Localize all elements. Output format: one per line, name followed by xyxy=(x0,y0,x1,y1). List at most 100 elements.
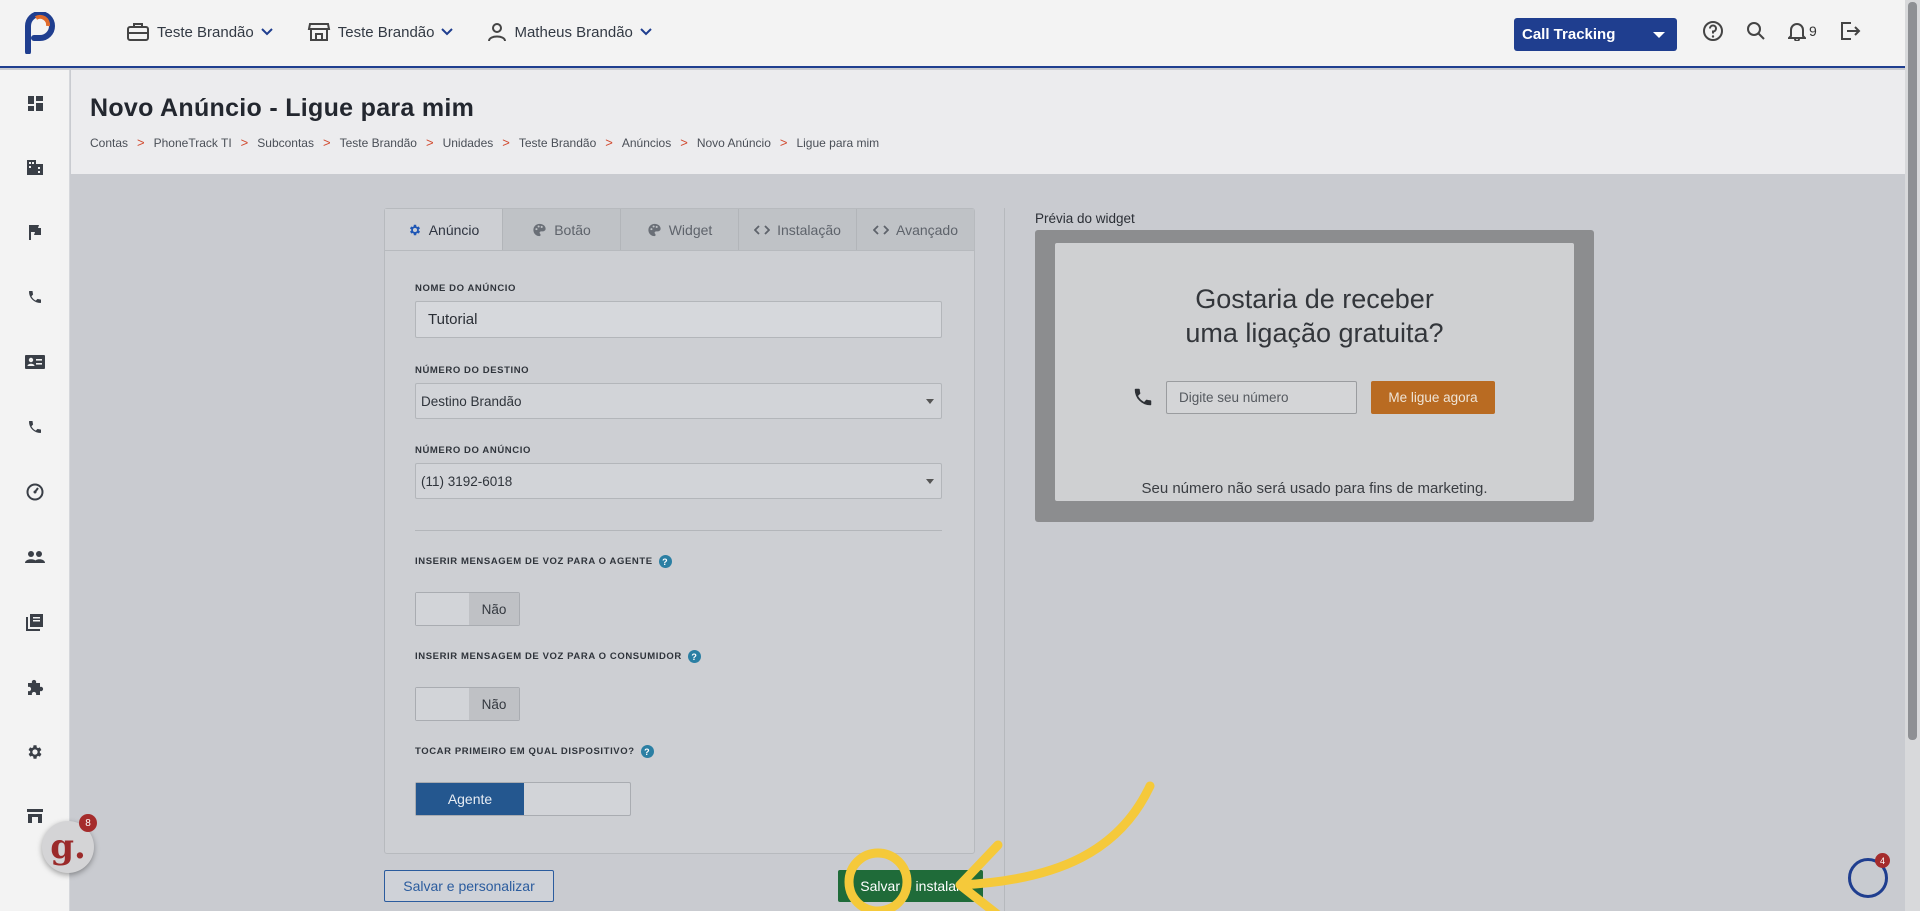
flag-icon xyxy=(29,225,41,240)
sidebar-item-accounts[interactable] xyxy=(23,155,47,179)
sidebar-item-monitoring[interactable] xyxy=(23,480,47,504)
preview-title-line2: uma ligação gratuita? xyxy=(1185,318,1444,348)
briefcase-icon xyxy=(127,23,149,41)
puzzle-icon xyxy=(28,679,44,695)
widget-preview: Gostaria de receber uma ligação gratuita… xyxy=(1035,230,1594,522)
tab-botao[interactable]: Botão xyxy=(503,209,621,250)
breadcrumb: Contas > PhoneTrack TI > Subcontas > Tes… xyxy=(90,135,879,150)
user-menu-label: Matheus Brandão xyxy=(514,23,633,41)
code-icon xyxy=(754,224,771,235)
save-install-button[interactable]: Salvar e instalar xyxy=(838,870,983,902)
ad-number-label: NÚMERO DO ANÚNCIO xyxy=(415,445,531,456)
save-customize-button[interactable]: Salvar e personalizar xyxy=(384,870,554,902)
ring-first-option-agent[interactable]: Agente xyxy=(416,783,524,815)
store-icon xyxy=(307,23,330,41)
sidebar-item-contacts[interactable] xyxy=(23,350,47,374)
destination-select[interactable]: Destino Brandão xyxy=(415,383,942,419)
breadcrumb-item-subcontas[interactable]: Subcontas xyxy=(257,136,314,150)
breadcrumb-separator: > xyxy=(605,135,613,150)
logout-icon[interactable] xyxy=(1839,21,1861,41)
voice-consumer-toggle[interactable]: Não xyxy=(415,687,520,721)
phone-icon xyxy=(29,291,41,303)
caret-down-icon xyxy=(1653,32,1665,38)
tab-anuncio-label: Anúncio xyxy=(428,221,480,238)
tab-widget-label: Widget xyxy=(668,221,713,238)
product-select[interactable]: Call Tracking xyxy=(1514,18,1677,51)
settings-icon xyxy=(28,745,42,759)
user-menu[interactable]: Matheus Brandão xyxy=(487,22,652,42)
form-divider xyxy=(415,530,942,531)
tab-anuncio[interactable]: Anúncio xyxy=(385,209,503,250)
sidebar-item-users[interactable] xyxy=(23,545,47,569)
sidebar-item-settings[interactable] xyxy=(23,740,47,764)
breadcrumb-item-unidades[interactable]: Unidades xyxy=(443,136,494,150)
sidebar-item-store[interactable] xyxy=(23,804,47,828)
breadcrumb-item-contas[interactable]: Contas xyxy=(90,136,128,150)
sidebar-item-calls[interactable] xyxy=(23,285,47,309)
ad-name-value: Tutorial xyxy=(428,311,478,328)
breadcrumb-item-subaccount[interactable]: Teste Brandão xyxy=(340,136,417,150)
page-title: Novo Anúncio - Ligue para mim xyxy=(90,94,475,122)
sidebar xyxy=(0,70,70,911)
preview-call-button[interactable]: Me ligue agora xyxy=(1371,381,1495,414)
chevron-down-icon xyxy=(441,28,454,36)
breadcrumb-separator: > xyxy=(502,135,510,150)
gear-icon xyxy=(409,224,420,235)
sidebar-item-call-logs[interactable] xyxy=(23,415,47,439)
toggle-knob xyxy=(416,688,469,720)
scrollbar-thumb[interactable] xyxy=(1908,2,1917,740)
people-icon xyxy=(25,551,45,563)
ad-number-select[interactable]: (11) 3192-6018 xyxy=(415,463,942,499)
destination-value: Destino Brandão xyxy=(421,393,522,409)
help-icon[interactable]: ? xyxy=(658,555,672,568)
breadcrumb-separator: > xyxy=(779,135,788,150)
sidebar-item-dashboard[interactable] xyxy=(23,91,47,115)
account-menu[interactable]: Teste Brandão xyxy=(126,22,273,42)
voice-consumer-label-text: INSERIR MENSAGEM DE VOZ PARA O CONSUMIDO… xyxy=(415,651,682,663)
tab-avancado[interactable]: Avançado xyxy=(857,209,974,250)
breadcrumb-item-phonetrack[interactable]: PhoneTrack TI xyxy=(154,136,232,150)
book-icon xyxy=(26,614,43,631)
breadcrumb-separator: > xyxy=(240,135,249,150)
form-tabs: Anúncio Botão Widget Instalação Avançado xyxy=(385,209,974,251)
chevron-down-icon xyxy=(640,28,652,36)
tab-instalacao[interactable]: Instalação xyxy=(739,209,857,250)
breadcrumb-separator: > xyxy=(137,135,145,150)
voice-consumer-toggle-value: Não xyxy=(469,688,519,720)
breadcrumb-separator: > xyxy=(322,135,331,150)
breadcrumb-item-unit[interactable]: Teste Brandão xyxy=(519,136,596,150)
tab-instalacao-label: Instalação xyxy=(777,221,841,238)
sidebar-item-integrations[interactable] xyxy=(23,675,47,699)
notifications-button[interactable]: 9 xyxy=(1788,21,1817,41)
breadcrumb-separator: > xyxy=(680,135,688,150)
help-icon[interactable]: ? xyxy=(640,745,654,758)
ring-first-label: TOCAR PRIMEIRO EM QUAL DISPOSITIVO?? xyxy=(415,745,654,758)
store-icon xyxy=(27,809,43,823)
notification-count: 9 xyxy=(1809,23,1817,39)
unit-menu[interactable]: Teste Brandão xyxy=(307,22,454,42)
ad-name-input[interactable]: Tutorial xyxy=(415,301,942,338)
sidebar-item-campaigns[interactable] xyxy=(23,220,47,244)
phonetrack-logo[interactable] xyxy=(22,12,58,54)
tab-avancado-label: Avançado xyxy=(895,221,958,238)
ring-first-toggle[interactable]: Agente xyxy=(415,782,631,816)
breadcrumb-item-novo-anuncio[interactable]: Novo Anúncio xyxy=(697,136,771,150)
account-menu-label: Teste Brandão xyxy=(157,23,254,41)
voice-agent-label-text: INSERIR MENSAGEM DE VOZ PARA O AGENTE xyxy=(415,556,653,568)
help-widget-count: 4 xyxy=(1875,853,1890,868)
preview-title-line1: Gostaria de receber xyxy=(1195,284,1434,314)
voice-agent-toggle-value: Não xyxy=(469,593,519,625)
chevron-down-icon xyxy=(261,28,273,36)
breadcrumb-item-anuncios[interactable]: Anúncios xyxy=(622,136,671,150)
help-icon[interactable] xyxy=(1702,20,1724,42)
sidebar-item-reports[interactable] xyxy=(23,610,47,634)
breadcrumb-item-current: Ligue para mim xyxy=(796,135,880,150)
column-divider xyxy=(1004,208,1005,911)
search-icon[interactable] xyxy=(1746,21,1766,41)
caret-down-icon xyxy=(926,399,934,404)
help-icon[interactable]: ? xyxy=(687,650,701,663)
tab-widget[interactable]: Widget xyxy=(621,209,739,250)
preview-phone-input[interactable]: Digite seu número xyxy=(1166,381,1357,414)
voice-agent-toggle[interactable]: Não xyxy=(415,592,520,626)
destination-label: NÚMERO DO DESTINO xyxy=(415,365,530,376)
